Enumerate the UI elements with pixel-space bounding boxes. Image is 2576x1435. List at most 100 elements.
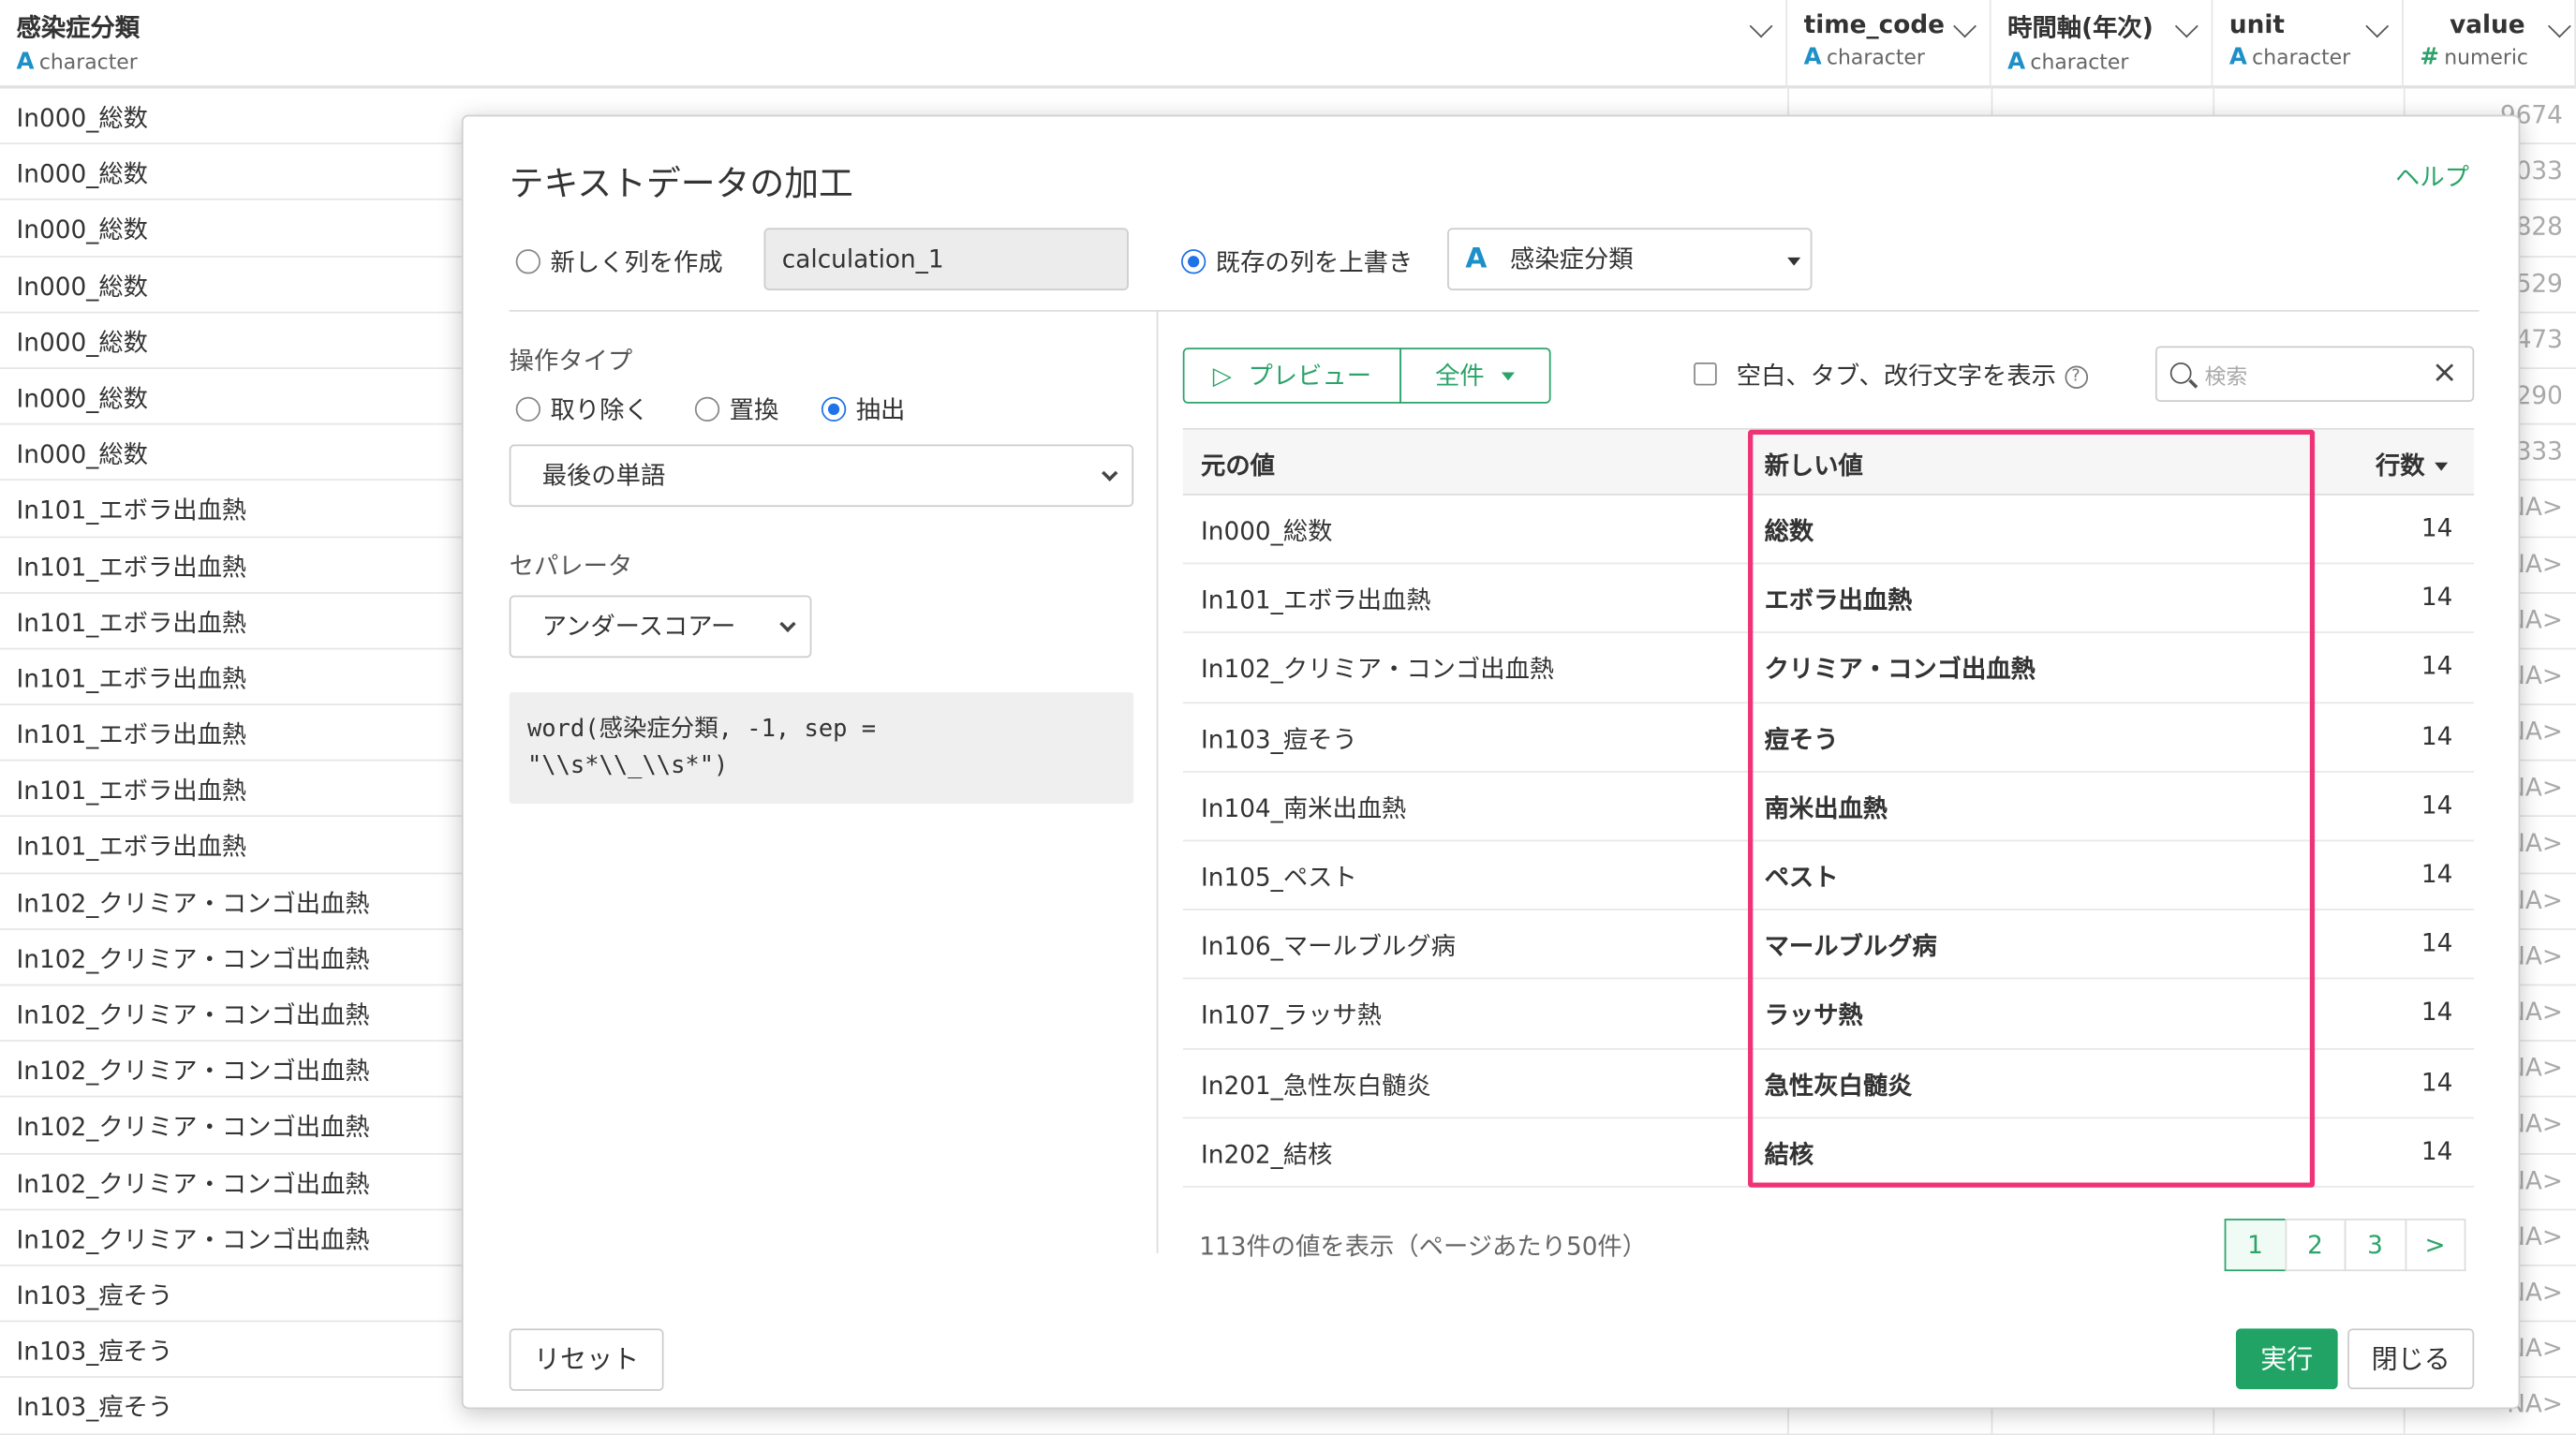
grid-cell-category: In000_総数 xyxy=(16,271,148,302)
chevron-down-icon[interactable] xyxy=(2548,14,2571,38)
grid-cell-category: In101_エボラ出血熱 xyxy=(16,608,247,638)
search-input[interactable]: 検索 × xyxy=(2154,346,2475,403)
new-value-cell: 総数 xyxy=(1764,516,1814,547)
grid-cell-category: In102_クリミア・コンゴ出血熱 xyxy=(16,1224,370,1255)
table-row: In105_ペスト ペスト 14 xyxy=(1182,841,2475,911)
row-count-cell: 14 xyxy=(2421,651,2453,682)
overwrite-column-radio[interactable]: 既存の列を上書き xyxy=(1180,244,1413,279)
grid-cell-value: 290 xyxy=(2515,380,2563,410)
grid-cell-category: In102_クリミア・コンゴ出血熱 xyxy=(16,1168,370,1199)
help-circle-icon[interactable]: ? xyxy=(2064,364,2088,389)
new-value-cell: エボラ出血熱 xyxy=(1764,585,1913,615)
table-row: In104_南米出血熱 南米出血熱 14 xyxy=(1182,772,2475,842)
separator-select[interactable]: アンダースコアー xyxy=(509,595,812,658)
original-value-cell: In102_クリミア・コンゴ出血熱 xyxy=(1201,655,1555,685)
grid-cell-category: In000_総数 xyxy=(16,327,148,358)
radio-icon[interactable] xyxy=(515,249,541,274)
table-body: In000_総数 総数 14 In101_エボラ出血熱 エボラ出血熱 14 In102_クリ… xyxy=(1182,496,2475,1188)
radio-icon[interactable] xyxy=(515,396,541,422)
original-value-cell: In101_エボラ出血熱 xyxy=(1201,585,1431,615)
next-page-button[interactable]: > xyxy=(2404,1219,2466,1272)
row-count-cell: 14 xyxy=(2421,720,2453,751)
grid-cell-value: 333 xyxy=(2515,436,2563,466)
grid-cell-category: In103_痘そう xyxy=(16,1280,173,1311)
radio-icon[interactable] xyxy=(694,396,720,422)
grid-cell-category: In102_クリミア・コンゴ出血熱 xyxy=(16,1112,370,1143)
new-column-name-input[interactable]: calculation_1 xyxy=(763,228,1129,290)
character-type-icon: A xyxy=(2007,49,2026,76)
run-button[interactable]: 実行 xyxy=(2235,1328,2338,1390)
original-value-cell: In202_結核 xyxy=(1201,1139,1333,1169)
new-value-cell: マールブルグ病 xyxy=(1764,931,1937,962)
radio-icon[interactable] xyxy=(1180,249,1207,274)
radio-icon[interactable] xyxy=(821,396,847,422)
show-whitespace-label: 空白、タブ、改行文字を表示? xyxy=(1737,358,2088,392)
help-link[interactable]: ヘルプ xyxy=(2395,159,2469,194)
header-count-sort[interactable]: 行数 xyxy=(2376,448,2449,482)
operation-extract-radio[interactable]: 抽出 xyxy=(821,392,905,427)
column-header-unit[interactable]: unit Acharacter xyxy=(2213,0,2404,89)
show-whitespace-checkbox[interactable] xyxy=(1694,362,1717,386)
caret-down-icon xyxy=(1787,257,1801,266)
table-row: In202_結核 結核 14 xyxy=(1182,1118,2475,1188)
caret-down-icon xyxy=(2435,462,2449,471)
chevron-down-icon xyxy=(1102,465,1118,481)
character-type-icon: A xyxy=(16,49,35,76)
original-value-cell: In000_総数 xyxy=(1201,516,1333,547)
row-count-cell: 14 xyxy=(2421,790,2453,821)
grid-cell-category: In101_エボラ出血熱 xyxy=(16,663,247,694)
grid-cell-value: 529 xyxy=(2515,268,2563,298)
row-count-cell: 14 xyxy=(2421,928,2453,958)
page-3-button[interactable]: 3 xyxy=(2344,1219,2406,1272)
new-value-cell: 痘そう xyxy=(1764,724,1839,754)
operation-type-label: 操作タイプ xyxy=(509,346,633,377)
new-value-cell: クリミア・コンゴ出血熱 xyxy=(1764,655,2036,685)
original-value-cell: In106_マールブルグ病 xyxy=(1201,931,1456,962)
column-header-category[interactable]: 感染症分類 Acharacter xyxy=(0,0,1788,89)
character-type-icon: A xyxy=(1465,243,1488,276)
new-value-cell: ペスト xyxy=(1764,862,1839,893)
new-value-cell: 南米出血熱 xyxy=(1764,793,1888,823)
new-value-cell: 急性灰白髄炎 xyxy=(1764,1070,1913,1101)
column-name: 時間軸(年次) xyxy=(2007,13,2154,43)
play-icon: ▷ xyxy=(1212,361,1232,391)
caret-down-icon xyxy=(1502,372,1516,381)
preview-button[interactable]: ▷ プレビュー xyxy=(1182,348,1401,404)
column-header-value[interactable]: value # numeric xyxy=(2404,0,2576,89)
row-count-cell: 14 xyxy=(2421,582,2453,613)
header-new: 新しい値 xyxy=(1764,451,1863,481)
row-count-cell: 14 xyxy=(2421,998,2453,1028)
new-column-radio[interactable]: 新しく列を作成 xyxy=(515,244,723,279)
table-row: In103_痘そう 痘そう 14 xyxy=(1182,703,2475,773)
generated-code: word(感染症分類, -1, sep = "\\s*\\_\\s*") xyxy=(509,691,1134,805)
column-header-time-code[interactable]: time_code Acharacter xyxy=(1787,0,1991,89)
column-header-year[interactable]: 時間軸(年次) Acharacter xyxy=(1991,0,2213,89)
row-count-cell: 14 xyxy=(2421,513,2453,543)
grid-cell-category: In102_クリミア・コンゴ出血熱 xyxy=(16,1057,370,1087)
grid-cell-category: In101_エボラ出血熱 xyxy=(16,776,247,806)
extract-method-select[interactable]: 最後の単語 xyxy=(509,444,1134,508)
new-value-cell: ラッサ熱 xyxy=(1764,1000,1863,1031)
operation-remove-radio[interactable]: 取り除く xyxy=(515,392,649,427)
page-2-button[interactable]: 2 xyxy=(2284,1219,2347,1272)
close-icon[interactable]: × xyxy=(2432,354,2458,391)
dialog-title: テキストデータの加工 xyxy=(509,164,853,204)
character-type-icon: A xyxy=(1803,44,1822,71)
scope-dropdown-button[interactable]: 全件 xyxy=(1399,348,1551,404)
operation-replace-radio[interactable]: 置換 xyxy=(694,392,778,427)
value-count-text: 113件の値を表示（ページあたり50件） xyxy=(1199,1232,1648,1262)
grid-cell-category: In000_総数 xyxy=(16,103,148,133)
grid-cell-value: 033 xyxy=(2515,155,2563,186)
grid-cell-category: In102_クリミア・コンゴ出血熱 xyxy=(16,888,370,918)
table-row: In102_クリミア・コンゴ出血熱 クリミア・コンゴ出血熱 14 xyxy=(1182,634,2475,703)
close-button[interactable]: 閉じる xyxy=(2347,1328,2475,1390)
page-1-button[interactable]: 1 xyxy=(2224,1219,2287,1272)
table-row: In201_急性灰白髄炎 急性灰白髄炎 14 xyxy=(1182,1049,2475,1118)
search-icon xyxy=(2169,362,2192,384)
row-count-cell: 14 xyxy=(2421,859,2453,889)
reset-button[interactable]: リセット xyxy=(509,1328,664,1391)
table-row: In106_マールブルグ病 マールブルグ病 14 xyxy=(1182,910,2475,980)
grid-cell-category: In101_エボラ出血熱 xyxy=(16,832,247,863)
divider xyxy=(1156,309,1159,1253)
overwrite-column-select[interactable]: A 感染症分類 xyxy=(1447,228,1813,290)
